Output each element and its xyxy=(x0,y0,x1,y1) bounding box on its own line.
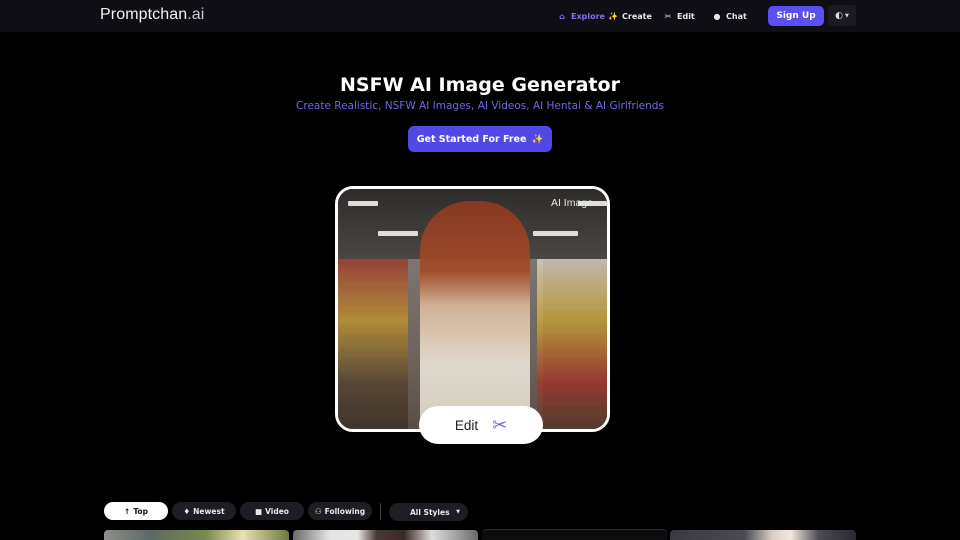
flame-icon: ♦ xyxy=(183,506,191,516)
styles-dropdown-label: All Styles xyxy=(410,507,450,517)
nav-edit-label: Edit xyxy=(677,11,695,21)
users-icon: ⚇ xyxy=(314,506,322,516)
gallery-card[interactable] xyxy=(293,530,478,540)
page-subtitle: Create Realistic, NSFW AI Images, AI Vid… xyxy=(296,100,664,112)
nav-create[interactable]: ✨ Create xyxy=(608,0,652,32)
video-camera-icon: ■ xyxy=(255,506,263,516)
magic-wand-icon: ✨ xyxy=(608,11,618,21)
logo[interactable]: Promptchan.ai xyxy=(100,6,204,24)
filter-tab-top[interactable]: ↑ Top xyxy=(104,502,168,520)
image-light xyxy=(348,201,378,206)
edit-label: Edit xyxy=(454,417,479,433)
chevron-down-icon: ▼ xyxy=(456,509,460,515)
language-selector[interactable]: ◐ ▼ xyxy=(828,5,856,26)
image-shelf-left xyxy=(338,259,408,429)
chat-bubble-icon: ● xyxy=(713,11,721,21)
page-title: NSFW AI Image Generator xyxy=(340,74,620,96)
image-subject xyxy=(420,201,530,429)
nav-create-label: Create xyxy=(622,11,652,21)
image-light xyxy=(378,231,418,236)
chevron-down-icon: ▼ xyxy=(845,12,849,19)
nav-explore-label: Explore xyxy=(571,11,605,21)
hero-image-card: AI Image xyxy=(335,186,610,432)
filter-tab-video-label: Video xyxy=(265,506,289,516)
nav-edit[interactable]: ✂ Edit xyxy=(663,0,695,32)
scissors-icon: ✂ xyxy=(664,11,672,21)
filter-tab-newest[interactable]: ♦ Newest xyxy=(172,502,236,520)
arrow-up-icon: ↑ xyxy=(124,506,131,516)
globe-icon: ◐ xyxy=(835,10,843,21)
magic-wand-icon: ✨ xyxy=(531,133,544,145)
edit-image-button[interactable]: Edit ✂ xyxy=(419,406,543,444)
styles-dropdown[interactable]: All Styles ▼ xyxy=(389,503,468,521)
nav-chat-label: Chat xyxy=(726,11,747,21)
home-icon: ⌂ xyxy=(559,11,565,21)
gallery-card[interactable] xyxy=(104,530,289,540)
gallery-card[interactable] xyxy=(482,529,667,540)
image-light xyxy=(533,231,578,236)
get-started-button[interactable]: Get Started For Free ✨ xyxy=(408,126,552,152)
top-navigation-bar: Promptchan.ai ⌂ Explore ✨ Create ✂ Edit … xyxy=(0,0,960,32)
filter-tab-following[interactable]: ⚇ Following xyxy=(308,502,372,520)
gallery-card[interactable] xyxy=(670,530,856,540)
nav-chat[interactable]: ● Chat xyxy=(712,0,747,32)
scissors-icon: ✂ xyxy=(492,414,508,435)
hero-image xyxy=(338,189,607,429)
get-started-label: Get Started For Free xyxy=(416,133,527,145)
logo-suffix: .ai xyxy=(187,6,205,23)
sign-up-button[interactable]: Sign Up xyxy=(768,6,824,26)
filter-tab-newest-label: Newest xyxy=(193,506,225,516)
image-shelf-right xyxy=(537,259,607,429)
nav-explore[interactable]: ⌂ Explore xyxy=(557,0,605,32)
filter-divider xyxy=(380,503,381,520)
filter-tab-following-label: Following xyxy=(324,506,366,516)
ai-image-label: AI Image xyxy=(550,197,593,209)
filter-tab-video[interactable]: ■ Video xyxy=(240,502,304,520)
filter-tab-top-label: Top xyxy=(133,506,148,516)
logo-text: Promptchan xyxy=(100,6,188,23)
